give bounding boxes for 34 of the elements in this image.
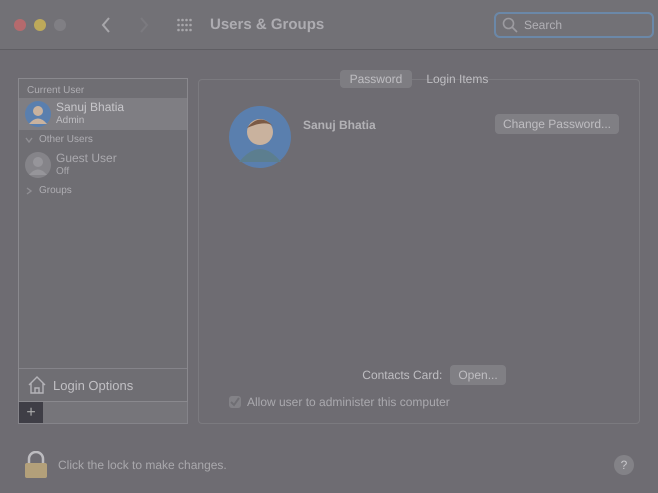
user-name: Sanuj Bhatia <box>56 101 124 114</box>
group-header[interactable]: Groups <box>19 181 187 200</box>
avatar-icon <box>229 106 291 168</box>
group-label: Groups <box>39 185 72 196</box>
house-icon <box>27 375 47 395</box>
tab[interactable]: Password <box>340 70 412 88</box>
contacts-card-label: Contacts Card: <box>362 368 442 382</box>
help-button[interactable]: ? <box>614 454 634 474</box>
tab[interactable]: Login Items <box>416 70 498 88</box>
group-label: Other Users <box>39 134 93 145</box>
minimize-window-icon[interactable] <box>34 18 46 30</box>
search-icon <box>502 16 518 32</box>
lock-message: Click the lock to make changes. <box>58 458 228 472</box>
login-options-item[interactable]: Login Options <box>19 368 187 401</box>
change-password-button[interactable]: Change Password... <box>494 114 619 134</box>
group-header[interactable]: Other Users <box>19 130 187 149</box>
close-window-icon[interactable] <box>14 18 26 30</box>
section-heading: Current User <box>26 84 86 98</box>
user-name: Sanuj Bhatia <box>303 118 377 132</box>
avatar-icon <box>25 152 51 178</box>
open-button[interactable]: Open... <box>450 365 506 385</box>
login-options-label: Login Options <box>53 378 134 392</box>
avatar-icon <box>25 101 51 127</box>
window-title: Users & Groups <box>210 16 326 33</box>
add-button[interactable]: + <box>19 402 43 423</box>
grid-icon[interactable] <box>176 16 194 34</box>
user-list-item[interactable]: Sanuj Bhatia Admin <box>19 98 187 130</box>
search-input[interactable]: Search <box>522 16 646 32</box>
search-field[interactable]: Search <box>494 12 654 38</box>
user-role: Admin <box>56 114 86 127</box>
back-icon[interactable] <box>100 16 112 34</box>
user-name: Guest User <box>56 152 117 165</box>
lock-icon[interactable] <box>24 450 48 478</box>
user-role: Off <box>56 165 70 178</box>
